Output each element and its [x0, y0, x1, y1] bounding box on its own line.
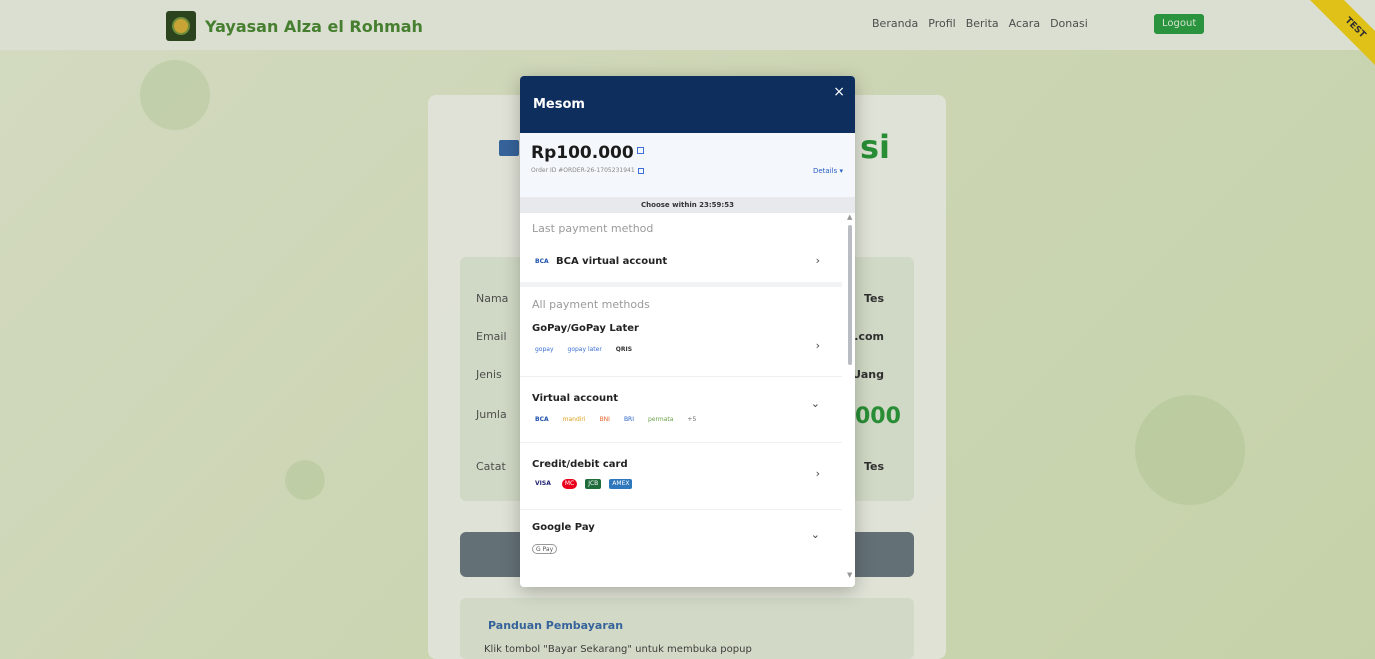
bca-logo: BCA	[535, 258, 549, 265]
last-method-item[interactable]: BCA BCA virtual account ›	[520, 241, 842, 287]
scroll-down-icon[interactable]: ▼	[847, 571, 852, 579]
card-logos: VISA MC JCB AMEX	[532, 479, 633, 489]
bank-logos: BCA mandiri BNI BRI permata +5	[535, 416, 697, 423]
payment-method-list[interactable]: Last payment method BCA BCA virtual acco…	[520, 213, 855, 587]
details-toggle[interactable]: Details ▾	[813, 167, 843, 175]
chevron-right-icon: ›	[815, 254, 820, 267]
copy-icon[interactable]	[636, 147, 644, 154]
order-id: Order ID #ORDER-26-1705231941	[531, 167, 644, 174]
method-card[interactable]: Credit/debit card VISA MC JCB AMEX ›	[520, 445, 842, 510]
method-name: GoPay/GoPay Later	[532, 323, 639, 334]
gopay-logos: gopay gopay later QRIS	[535, 346, 633, 353]
order-amount: Rp100.000	[531, 143, 644, 163]
order-summary: Rp100.000 Order ID #ORDER-26-1705231941 …	[520, 133, 855, 197]
chevron-down-icon: ⌄	[810, 528, 820, 541]
method-virtual-account[interactable]: Virtual account BCA mandiri BNI BRI perm…	[520, 379, 842, 443]
close-icon[interactable]: ×	[833, 84, 845, 100]
all-methods-label: All payment methods	[532, 298, 650, 311]
method-name: Credit/debit card	[532, 459, 628, 470]
countdown-timer: Choose within 23:59:53	[520, 197, 855, 213]
last-method-label: Last payment method	[532, 222, 654, 235]
scrollbar-thumb[interactable]	[848, 225, 852, 365]
chevron-down-icon: ⌄	[810, 397, 820, 410]
modal-header: Mesom ×	[520, 76, 855, 133]
last-method-name: BCA virtual account	[556, 256, 668, 267]
method-gopay[interactable]: GoPay/GoPay Later gopay gopay later QRIS…	[520, 317, 842, 377]
scrollbar[interactable]: ▲ ▼	[847, 213, 853, 579]
gpay-logo: G Pay	[532, 544, 558, 554]
scroll-up-icon[interactable]: ▲	[847, 213, 852, 221]
chevron-right-icon: ›	[815, 339, 820, 352]
modal-title: Mesom	[533, 97, 585, 112]
payment-modal: Mesom × Rp100.000 Order ID #ORDER-26-170…	[520, 76, 855, 587]
method-name: Google Pay	[532, 522, 595, 533]
method-google-pay[interactable]: Google Pay G Pay ⌄	[520, 512, 842, 582]
copy-icon[interactable]	[637, 168, 644, 174]
method-name: Virtual account	[532, 393, 618, 404]
chevron-right-icon: ›	[815, 467, 820, 480]
